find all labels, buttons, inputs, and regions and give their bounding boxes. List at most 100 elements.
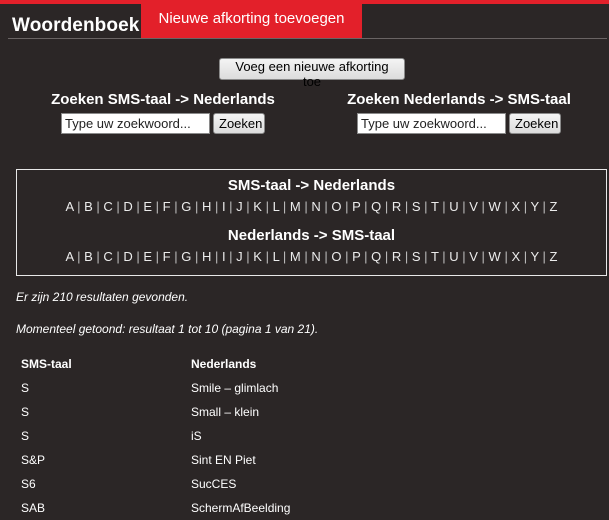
nl-to-sms-letter-link[interactable]: Z <box>550 249 558 264</box>
letter-separator: | <box>360 199 372 214</box>
add-abbreviation-button[interactable]: Voeg een nieuwe afkorting toe <box>219 58 405 89</box>
site-title[interactable]: Woordenboek <box>12 15 139 37</box>
sms-to-nl-letter-link[interactable]: O <box>331 199 341 214</box>
letter-separator: | <box>538 199 550 214</box>
sms-to-nl-letter-link[interactable]: V <box>469 199 478 214</box>
sms-term: S <box>21 429 30 443</box>
sms-term: S <box>21 381 30 395</box>
table-row: S&P Sint EN Piet <box>16 448 606 472</box>
nl-to-sms-letter-link[interactable]: Y <box>530 249 538 264</box>
header-divider <box>8 38 607 39</box>
sms-to-nl-letter-link[interactable]: W <box>489 199 501 214</box>
nl-to-sms-letter-link[interactable]: H <box>202 249 211 264</box>
sms-to-nl-letter-link[interactable]: P <box>352 199 360 214</box>
nl-to-sms-letter-link[interactable]: U <box>449 249 458 264</box>
sms-to-nl-letter-link[interactable]: X <box>511 199 520 214</box>
letter-separator: | <box>279 249 290 264</box>
letter-separator: | <box>73 199 85 214</box>
nl-to-sms-letter-link[interactable]: X <box>511 249 520 264</box>
letter-separator: | <box>381 249 392 264</box>
letter-separator: | <box>520 199 531 214</box>
letter-separator: | <box>300 199 312 214</box>
sms-to-nl-letter-link[interactable]: Q <box>371 199 381 214</box>
sms-to-nl-letter-link[interactable]: B <box>84 199 93 214</box>
nl-to-sms-letter-link[interactable]: K <box>253 249 262 264</box>
alphabet-sms-to-nl-letters: A | B | C | D | E | F | G | H | I | J | … <box>17 199 606 215</box>
nl-to-sms-letter-link[interactable]: C <box>103 249 112 264</box>
letter-separator: | <box>112 199 124 214</box>
sms-to-nl-letter-link[interactable]: M <box>290 199 301 214</box>
sms-to-nl-letter-link[interactable]: H <box>202 199 211 214</box>
nl-to-sms-letter-link[interactable]: F <box>163 249 171 264</box>
alphabet-sms-to-nl-title: SMS-taal -> Nederlands <box>227 177 396 194</box>
nl-to-sms-letter-link[interactable]: P <box>352 249 360 264</box>
letter-separator: | <box>401 199 412 214</box>
letter-separator: | <box>152 249 163 264</box>
tab-new-abbreviation[interactable]: Nieuwe afkorting toevoegen <box>141 0 362 38</box>
search-sms-to-nl-input[interactable] <box>61 113 210 134</box>
letter-separator: | <box>477 199 489 214</box>
sms-to-nl-letter-link[interactable]: G <box>181 199 191 214</box>
letter-separator: | <box>225 249 237 264</box>
nl-to-sms-letter-link[interactable]: Q <box>371 249 381 264</box>
sms-to-nl-letter-link[interactable]: S <box>412 199 421 214</box>
letter-separator: | <box>242 249 254 264</box>
results-count-text: Er zijn 210 resultaten gevonden. <box>16 290 189 304</box>
sms-to-nl-letter-link[interactable]: F <box>163 199 171 214</box>
table-row: S Small – klein <box>16 400 606 424</box>
table-row: S Smile – glimlach <box>16 376 606 400</box>
results-range-text: Momenteel getoond: resultaat 1 tot 10 (p… <box>16 322 319 336</box>
table-row: SiS <box>16 424 606 448</box>
letter-separator: | <box>477 249 489 264</box>
nl-to-sms-letter-link[interactable]: S <box>412 249 421 264</box>
search-nl-to-sms-input[interactable] <box>357 113 506 134</box>
letter-separator: | <box>261 249 273 264</box>
nl-to-sms-letter-link[interactable]: D <box>123 249 132 264</box>
letter-separator: | <box>132 199 144 214</box>
letter-separator: | <box>381 199 392 214</box>
nl-to-sms-letter-link[interactable]: E <box>143 249 152 264</box>
nl-to-sms-letter-link[interactable]: O <box>331 249 341 264</box>
letter-separator: | <box>500 249 512 264</box>
letter-separator: | <box>211 249 222 264</box>
nl-to-sms-letter-link[interactable]: R <box>392 249 401 264</box>
sms-term: S <box>21 405 30 419</box>
letter-separator: | <box>170 199 182 214</box>
dutch-meaning: iS <box>191 429 202 443</box>
nl-to-sms-letter-link[interactable]: M <box>290 249 301 264</box>
sms-to-nl-letter-link[interactable]: Z <box>550 199 558 214</box>
letter-separator: | <box>73 249 85 264</box>
nl-to-sms-letter-link[interactable]: B <box>84 249 93 264</box>
search-nl-to-sms-title: Zoeken Nederlands -> SMS-taal <box>347 91 571 108</box>
letter-separator: | <box>242 199 254 214</box>
letter-separator: | <box>420 199 431 214</box>
search-nl-to-sms-button[interactable]: Zoeken <box>509 113 561 134</box>
nl-to-sms-letter-link[interactable]: T <box>431 249 439 264</box>
nl-to-sms-letter-link[interactable]: W <box>489 249 501 264</box>
sms-to-nl-letter-link[interactable]: K <box>253 199 262 214</box>
sms-to-nl-letter-link[interactable]: N <box>311 199 320 214</box>
sms-to-nl-letter-link[interactable]: R <box>392 199 401 214</box>
letter-separator: | <box>191 249 202 264</box>
letter-separator: | <box>401 249 412 264</box>
sms-to-nl-letter-link[interactable]: D <box>123 199 132 214</box>
dutch-meaning: Smile – glimlach <box>191 381 279 395</box>
nl-to-sms-letter-link[interactable]: G <box>181 249 191 264</box>
letter-separator: | <box>191 199 202 214</box>
letter-separator: | <box>500 199 512 214</box>
sms-to-nl-letter-link[interactable]: T <box>431 199 439 214</box>
letter-separator: | <box>170 249 182 264</box>
sms-to-nl-letter-link[interactable]: E <box>143 199 152 214</box>
search-sms-to-nl-button[interactable]: Zoeken <box>213 113 265 134</box>
sms-to-nl-letter-link[interactable]: C <box>103 199 112 214</box>
letter-separator: | <box>438 249 450 264</box>
dutch-meaning: Sint EN Piet <box>191 453 256 467</box>
nl-to-sms-letter-link[interactable]: N <box>311 249 320 264</box>
sms-to-nl-letter-link[interactable]: U <box>449 199 458 214</box>
table-row: SAB SchermAfBeelding <box>16 496 606 520</box>
nl-to-sms-letter-link[interactable]: V <box>469 249 478 264</box>
alphabet-nl-to-sms-title: Nederlands -> SMS-taal <box>227 227 396 244</box>
results-table: SMS-taal Nederlands S Smile – glimlach S Sm… <box>16 352 606 520</box>
letter-separator: | <box>458 249 470 264</box>
sms-to-nl-letter-link[interactable]: Y <box>530 199 538 214</box>
